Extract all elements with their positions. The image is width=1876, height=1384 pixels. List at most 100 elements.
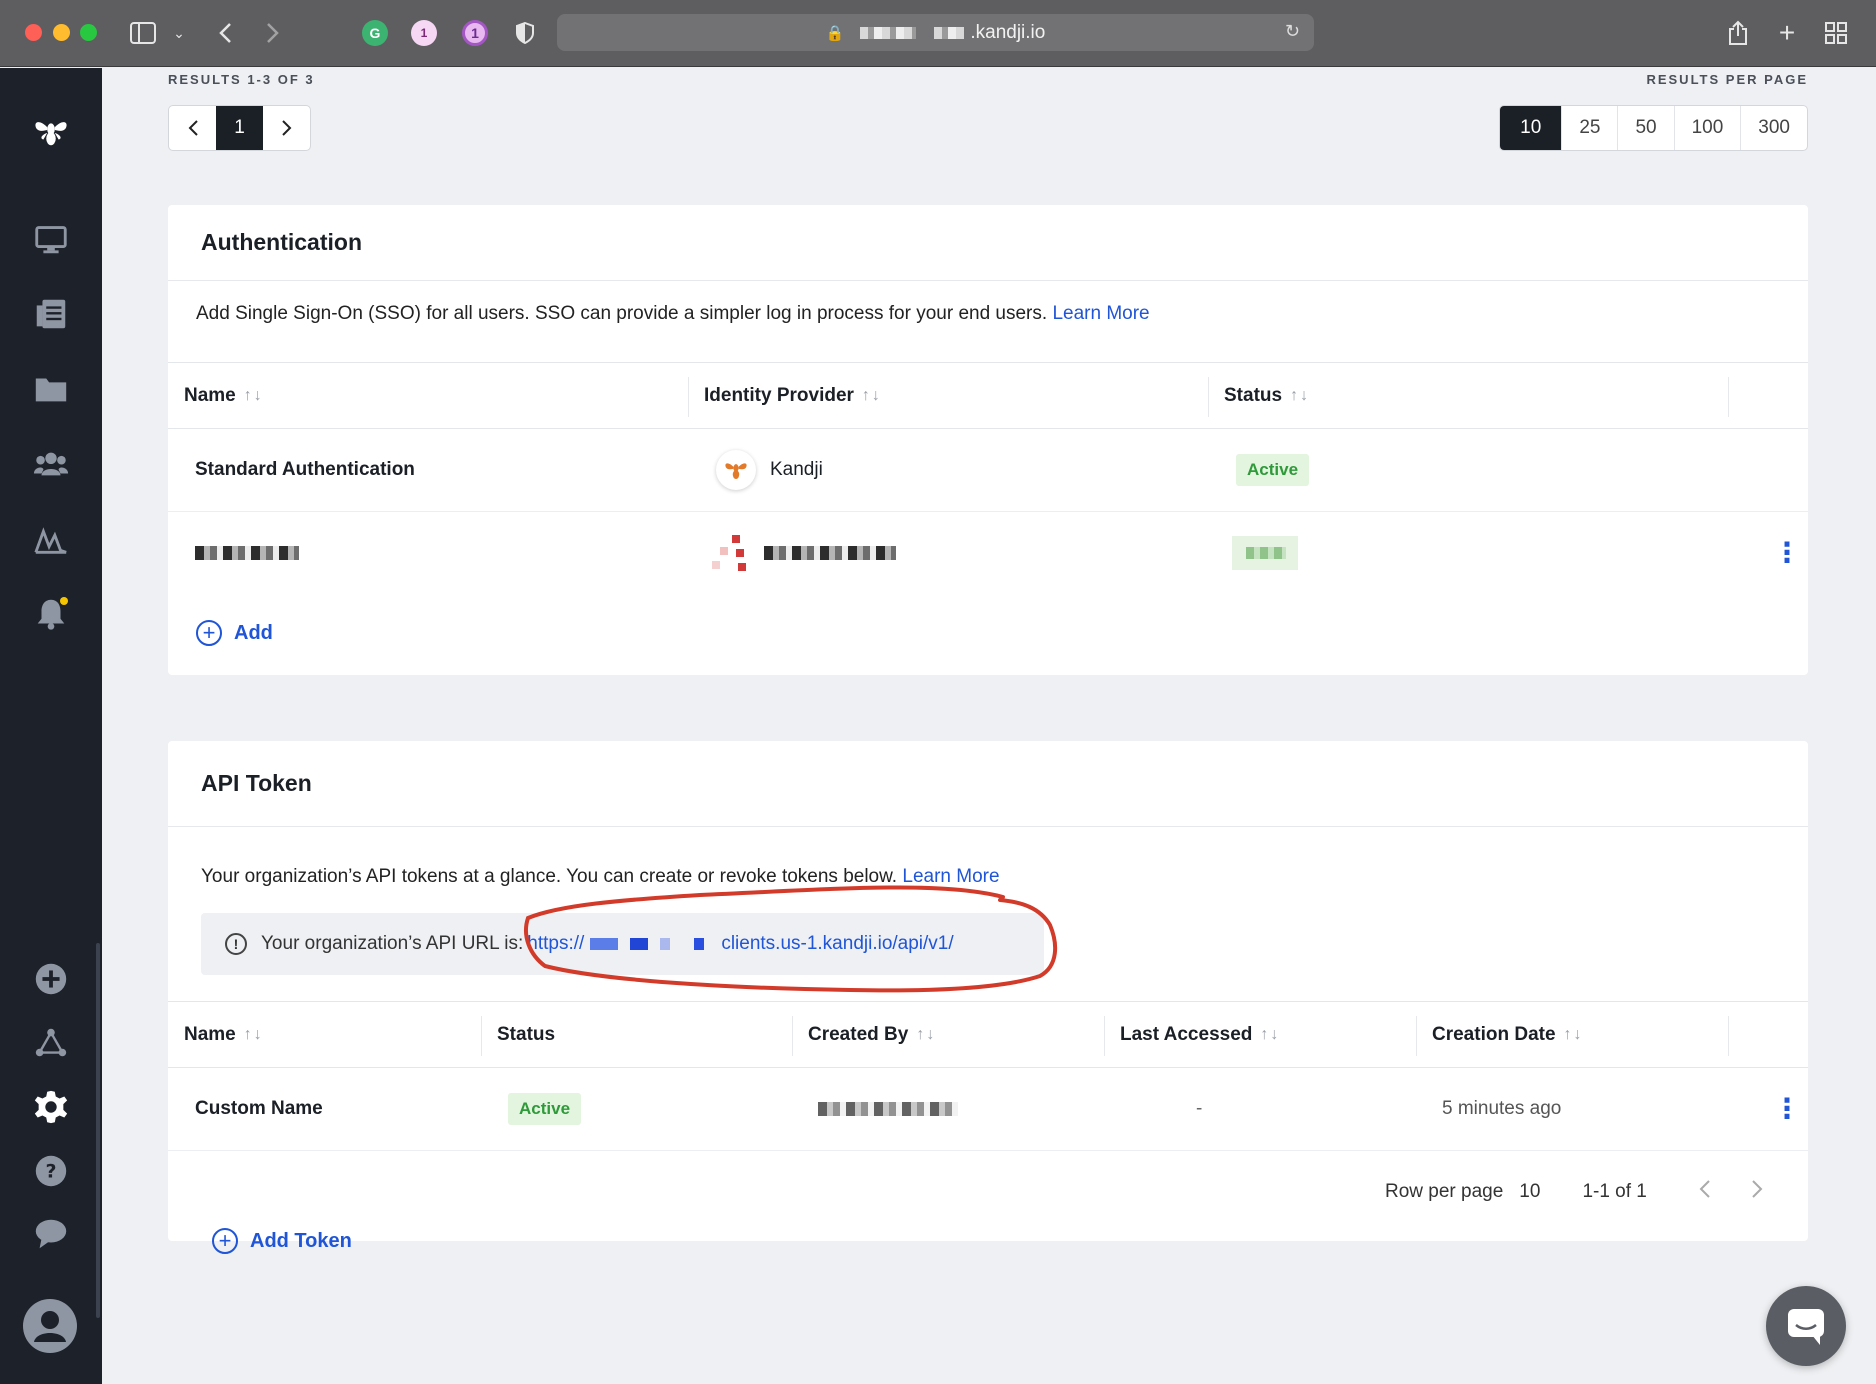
- url-text: .kandji.io: [970, 21, 1046, 43]
- next-page-button[interactable]: [263, 106, 310, 150]
- table-row[interactable]: Standard Authentication Kandji Active: [168, 429, 1808, 512]
- grammarly-icon[interactable]: G: [362, 20, 388, 46]
- integrations-icon[interactable]: [26, 1018, 76, 1068]
- page-number-button[interactable]: 1: [216, 106, 263, 150]
- previous-page-button[interactable]: [169, 106, 216, 150]
- authentication-table-header: Name ↑↓ Identity Provider ↑↓ Status ↑↓: [168, 362, 1808, 429]
- column-divider: [792, 1016, 793, 1056]
- back-arrow-icon[interactable]: [210, 18, 240, 48]
- users-icon[interactable]: [26, 439, 76, 489]
- col-name-header[interactable]: Name ↑↓: [184, 363, 264, 429]
- col-status-header[interactable]: Status ↑↓: [1224, 363, 1310, 429]
- col-token-name-header[interactable]: Name ↑↓: [184, 1002, 264, 1068]
- status-badge: Active: [1236, 454, 1310, 486]
- token-actions-kebab-icon[interactable]: ⋮: [1773, 1068, 1801, 1150]
- add-authentication-label: Add: [234, 621, 273, 644]
- activity-icon[interactable]: [26, 514, 76, 564]
- col-provider-label: Identity Provider: [704, 385, 854, 406]
- api-learn-more-link[interactable]: Learn More: [902, 866, 999, 887]
- api-desc-text: Your organization’s API tokens at a glan…: [201, 866, 898, 887]
- avatar-icon[interactable]: [22, 1298, 78, 1354]
- help-icon[interactable]: ?: [26, 1146, 76, 1196]
- sidebar-toggle-icon[interactable]: [128, 18, 158, 48]
- kandji-logo-icon[interactable]: [26, 106, 76, 156]
- redacted-provider: [712, 512, 896, 594]
- column-divider: [1104, 1016, 1105, 1056]
- add-token-label: Add Token: [250, 1229, 352, 1252]
- table-row[interactable]: Custom Name Active - 5 minutes ago ⋮: [168, 1068, 1808, 1151]
- col-creation-date-header[interactable]: Creation Date ↑↓: [1432, 1002, 1584, 1068]
- add-icon[interactable]: [26, 954, 76, 1004]
- close-window-button[interactable]: [25, 24, 42, 41]
- shield-icon[interactable]: [512, 20, 538, 46]
- col-token-status-label: Status: [497, 1024, 556, 1045]
- support-chat-button[interactable]: [1766, 1286, 1846, 1366]
- next-page-chevron-icon[interactable]: [1751, 1179, 1763, 1205]
- row-actions-kebab-icon[interactable]: ⋮: [1773, 512, 1801, 594]
- chevron-down-icon[interactable]: ⌄: [164, 18, 194, 48]
- column-divider: [1208, 377, 1209, 417]
- one-badge-icon[interactable]: 1: [411, 20, 437, 46]
- tab-overview-icon[interactable]: [1821, 18, 1851, 48]
- app-sidebar: ?: [0, 68, 102, 1384]
- api-token-card: API Token Your organization’s API tokens…: [168, 741, 1808, 1254]
- column-divider: [1728, 377, 1729, 417]
- auth-name: Standard Authentication: [195, 459, 415, 480]
- token-last-accessed: -: [1196, 1098, 1203, 1119]
- minimize-window-button[interactable]: [53, 24, 70, 41]
- col-provider-header[interactable]: Identity Provider ↑↓: [704, 363, 882, 429]
- api-url-notice: ! Your organization’s API URL is: https:…: [201, 913, 1044, 975]
- col-created-by-header[interactable]: Created By ↑↓: [808, 1002, 936, 1068]
- address-bar[interactable]: 🔒 .kandji.io ↻: [557, 14, 1314, 51]
- authentication-learn-more-link[interactable]: Learn More: [1052, 303, 1149, 324]
- col-token-status-header: Status: [497, 1002, 555, 1068]
- sort-arrows-icon[interactable]: ↑↓: [1564, 1026, 1584, 1044]
- share-icon[interactable]: [1723, 18, 1753, 48]
- rows-per-page-select[interactable]: 10: [1519, 1181, 1540, 1203]
- auth-status: Active: [1236, 429, 1310, 511]
- col-token-name-label: Name: [184, 1024, 236, 1045]
- sort-arrows-icon[interactable]: ↑↓: [244, 387, 264, 405]
- redacted-provider-icon: [712, 535, 746, 571]
- table-row[interactable]: ⋮: [168, 512, 1808, 594]
- prev-page-chevron-icon[interactable]: [1699, 1179, 1711, 1205]
- forward-arrow-icon[interactable]: [258, 18, 288, 48]
- redacted-subdomain: [860, 26, 917, 39]
- 1password-icon[interactable]: 1: [462, 20, 488, 46]
- api-url-prefix[interactable]: https://: [527, 933, 584, 955]
- col-name-label: Name: [184, 385, 236, 406]
- column-divider: [481, 1016, 482, 1056]
- token-status: Active: [508, 1068, 582, 1150]
- rpp-option-10[interactable]: 10: [1500, 106, 1562, 150]
- sidebar-scrollbar[interactable]: [96, 943, 100, 1318]
- sort-arrows-icon[interactable]: ↑↓: [916, 1026, 936, 1044]
- col-last-accessed-header[interactable]: Last Accessed ↑↓: [1120, 1002, 1280, 1068]
- sort-arrows-icon[interactable]: ↑↓: [862, 387, 882, 405]
- chat-icon[interactable]: [26, 1208, 76, 1258]
- rpp-option-300[interactable]: 300: [1740, 106, 1807, 150]
- reload-icon[interactable]: ↻: [1285, 21, 1300, 42]
- add-token-button[interactable]: + Add Token: [212, 1228, 352, 1254]
- computer-icon[interactable]: [26, 214, 76, 264]
- api-url-suffix[interactable]: clients.us-1.kandji.io/api/v1/: [721, 933, 953, 955]
- settings-icon[interactable]: [26, 1082, 76, 1132]
- new-tab-icon[interactable]: +: [1772, 17, 1802, 48]
- folder-icon[interactable]: [26, 364, 76, 414]
- authentication-title: Authentication: [168, 205, 1808, 281]
- bell-icon[interactable]: [26, 589, 76, 639]
- rpp-option-100[interactable]: 100: [1673, 106, 1741, 150]
- col-status-label: Status: [1224, 385, 1283, 406]
- api-table-header: Name ↑↓ Status Created By ↑↓ Last Accessed…: [168, 1001, 1808, 1068]
- col-created-by-label: Created By: [808, 1024, 909, 1045]
- add-authentication-button[interactable]: + Add: [196, 620, 273, 646]
- auth-provider: Kandji: [716, 429, 823, 511]
- rpp-option-25[interactable]: 25: [1561, 106, 1617, 150]
- sort-arrows-icon[interactable]: ↑↓: [1260, 1026, 1280, 1044]
- rpp-option-50[interactable]: 50: [1617, 106, 1673, 150]
- library-icon[interactable]: [26, 289, 76, 339]
- sort-arrows-icon[interactable]: ↑↓: [1290, 387, 1310, 405]
- kandji-provider-icon: [716, 450, 756, 490]
- zoom-window-button[interactable]: [80, 24, 97, 41]
- api-token-description: Your organization’s API tokens at a glan…: [201, 866, 1000, 888]
- sort-arrows-icon[interactable]: ↑↓: [244, 1026, 264, 1044]
